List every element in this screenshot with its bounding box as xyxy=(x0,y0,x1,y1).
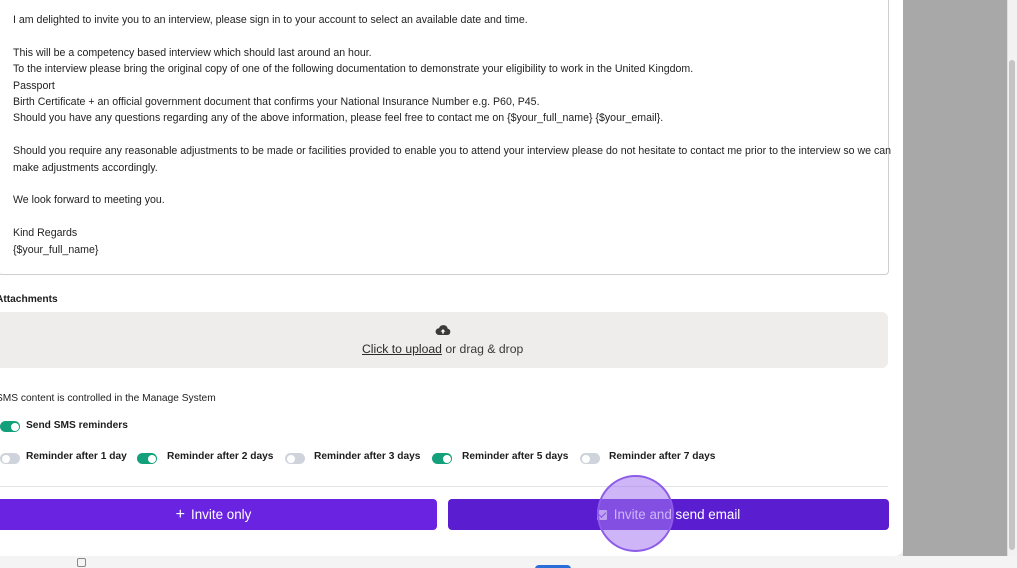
background-overlay xyxy=(903,0,1007,556)
reminder-1-day-label: Reminder after 1 day xyxy=(26,451,127,462)
reminder-3-days-label: Reminder after 3 days xyxy=(314,451,421,462)
divider xyxy=(0,486,888,487)
message-line: Should you have any questions regarding … xyxy=(13,112,664,125)
message-line xyxy=(13,176,888,192)
send-sms-reminders-label: Send SMS reminders xyxy=(26,420,128,431)
upload-dropzone[interactable] xyxy=(0,312,888,368)
message-line: Kind Regards xyxy=(13,227,78,240)
message-line xyxy=(13,28,888,44)
invite-only-button[interactable]: + Invite only xyxy=(0,499,437,530)
upload-instructions: Click to upload or drag & drop xyxy=(362,342,523,356)
reminder-7-days-label: Reminder after 7 days xyxy=(609,451,716,462)
check-icon xyxy=(596,509,607,520)
reminder-5-days-toggle[interactable] xyxy=(432,453,452,464)
message-line: To the interview please bring the origin… xyxy=(13,63,694,76)
reminder-3-days-toggle[interactable] xyxy=(285,453,305,464)
message-line: We look forward to meeting you. xyxy=(13,194,165,207)
message-line: Should you require any reasonable adjust… xyxy=(13,145,892,158)
sms-info-text: SMS content is controlled in the Manage … xyxy=(0,393,216,404)
reminder-7-days-toggle[interactable] xyxy=(580,453,600,464)
toggle-knob xyxy=(581,454,590,463)
reminder-2-days-toggle[interactable] xyxy=(137,453,157,464)
toggle-knob xyxy=(10,422,19,431)
message-line: This will be a competency based intervie… xyxy=(13,46,372,59)
click-to-upload-link[interactable]: Click to upload xyxy=(362,342,442,356)
invite-only-label: Invite only xyxy=(191,507,252,522)
reminder-2-days-label: Reminder after 2 days xyxy=(167,451,274,462)
message-line: Passport xyxy=(13,79,55,92)
toggle-knob xyxy=(1,454,10,463)
message-line: Birth Certificate + an official governme… xyxy=(13,96,540,109)
email-message-editor[interactable]: I am delighted to invite you to an inter… xyxy=(0,0,892,275)
message-line xyxy=(13,127,888,143)
message-line: I am delighted to invite you to an inter… xyxy=(13,14,528,26)
underlying-page xyxy=(0,556,1017,568)
plus-icon: + xyxy=(175,505,186,523)
scrollbar-thumb[interactable] xyxy=(1009,60,1015,550)
invite-and-send-email-label: Invite and send email xyxy=(613,507,741,522)
message-line: make adjustments accordingly. xyxy=(13,161,158,174)
toggle-knob xyxy=(286,454,295,463)
invite-modal: I am delighted to invite you to an inter… xyxy=(0,0,903,556)
toggle-knob xyxy=(442,454,451,463)
cloud-upload-icon xyxy=(435,325,451,335)
toggle-knob xyxy=(147,454,156,463)
checkbox-icon xyxy=(77,558,86,567)
message-line: {$your_full_name} xyxy=(13,243,99,256)
message-line xyxy=(13,209,888,225)
send-sms-reminders-toggle[interactable] xyxy=(0,421,20,432)
reminder-1-day-toggle[interactable] xyxy=(0,453,20,464)
reminder-5-days-label: Reminder after 5 days xyxy=(462,451,569,462)
invite-and-send-email-button[interactable]: Invite and send email xyxy=(448,499,889,530)
upload-hint: or drag & drop xyxy=(441,342,524,356)
attachments-label: Attachments xyxy=(0,294,58,305)
